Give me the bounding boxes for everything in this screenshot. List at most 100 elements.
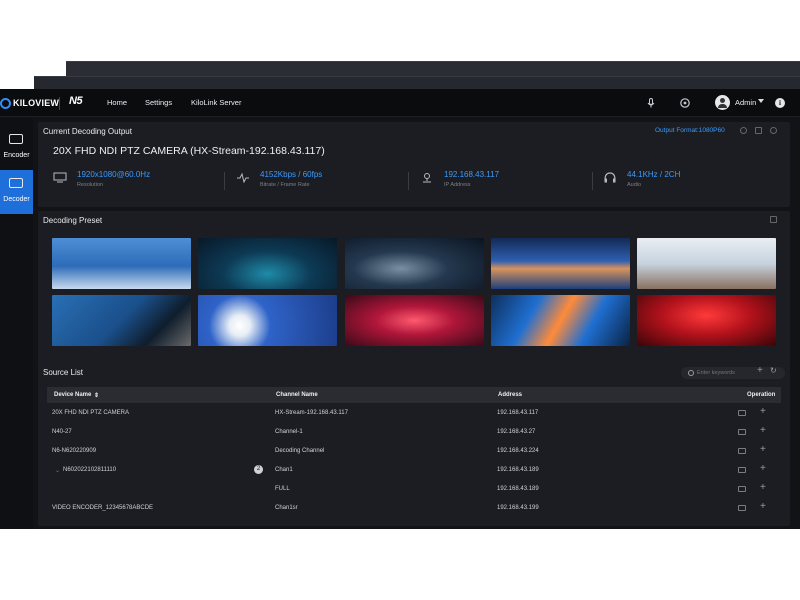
nav-home[interactable]: Home	[107, 98, 127, 107]
preset-thumbnail[interactable]	[198, 295, 337, 346]
preset-thumbnail[interactable]	[345, 238, 484, 289]
location-icon	[420, 172, 434, 184]
address: 192.168.43.189	[497, 467, 539, 473]
panel-title: Current Decoding Output	[43, 127, 132, 136]
output-format[interactable]: Output Format:1080P60	[655, 127, 725, 134]
preset-thumbnail[interactable]	[52, 295, 191, 346]
logo-text: KILOVIEW	[13, 98, 60, 108]
current-source-title: 20X FHD NDI PTZ CAMERA (HX-Stream-192.16…	[53, 145, 325, 157]
preset-thumbnail[interactable]	[491, 238, 630, 289]
nav-kilolink-server[interactable]: KiloLink Server	[191, 98, 241, 107]
stat-label: Resolution	[77, 182, 103, 188]
add-icon[interactable]: +	[760, 425, 766, 437]
stat-value: 1920x1080@60.0Hz	[77, 170, 151, 179]
preset-thumbnail[interactable]	[52, 238, 191, 289]
sidebar-item-label: Encoder	[3, 152, 30, 159]
address: 192.168.43.189	[497, 486, 539, 492]
app-window: KILOVIEW N5 Home Settings KiloLink Serve…	[0, 89, 800, 529]
play-icon[interactable]	[738, 429, 746, 435]
stat-label: IP Address	[444, 182, 471, 188]
table-row[interactable]: N40-27 Channel-1 192.168.43.27 +	[47, 424, 781, 442]
top-bar: KILOVIEW N5 Home Settings KiloLink Serve…	[0, 89, 800, 117]
column-channel-name: Channel Name	[276, 392, 318, 398]
microphone-icon[interactable]	[645, 97, 657, 109]
chevron-down-icon[interactable]	[758, 99, 764, 103]
preset-thumbnail[interactable]	[637, 295, 776, 346]
stat-value: 192.168.43.117	[444, 170, 500, 179]
device-name: N40-27	[52, 429, 72, 435]
product-name: N5	[69, 95, 83, 107]
table-row[interactable]: ⌄ N602022102811110 2 Chan1 192.168.43.18…	[47, 462, 781, 480]
user-avatar[interactable]	[715, 95, 730, 110]
play-icon[interactable]	[738, 410, 746, 416]
encoder-icon	[9, 134, 23, 144]
divider	[592, 172, 593, 190]
preset-thumbnail[interactable]	[198, 238, 337, 289]
add-icon[interactable]: +	[760, 482, 766, 494]
play-icon[interactable]	[738, 505, 746, 511]
device-name: 20X FHD NDI PTZ CAMERA	[52, 410, 130, 416]
stop-icon[interactable]	[770, 127, 777, 134]
table-row[interactable]: VIDEO ENCODER_12345678ABCDE Chan1sr 192.…	[47, 500, 781, 518]
device-name: VIDEO ENCODER_12345678ABCDE	[52, 505, 154, 511]
address: 192.168.43.117	[497, 410, 539, 416]
refresh-icon[interactable]: ↻	[770, 366, 777, 375]
add-icon[interactable]: +	[757, 365, 763, 376]
add-icon[interactable]: +	[760, 406, 766, 418]
play-icon[interactable]	[738, 448, 746, 454]
column-device-name[interactable]: Device Name	[54, 392, 91, 398]
stat-label: Bitrate / Frame Rate	[260, 182, 310, 188]
address: 192.168.43.224	[497, 448, 539, 454]
stat-label: Audio	[627, 182, 642, 188]
user-name[interactable]: Admin	[735, 98, 756, 107]
source-list-panel: Source List + ↻ Device Name ⇕ Channel Na…	[38, 361, 790, 526]
add-icon[interactable]: +	[760, 501, 766, 513]
pulse-icon	[236, 172, 250, 184]
table-header: Device Name ⇕ Channel Name Address Opera…	[47, 387, 781, 403]
decoder-icon	[9, 178, 23, 188]
device-name: N6-N620220909	[52, 448, 97, 454]
count-badge: 2	[254, 465, 263, 474]
help-icon[interactable]	[679, 97, 691, 109]
settings-icon[interactable]	[740, 127, 747, 134]
stat-value: 4152Kbps / 60fps	[260, 170, 323, 179]
panel-title: Decoding Preset	[43, 216, 103, 225]
headphones-icon	[603, 172, 617, 184]
preset-thumbnail[interactable]	[491, 295, 630, 346]
sort-icon[interactable]: ⇕	[94, 392, 99, 399]
channel-name: Chan1	[275, 467, 293, 473]
channel-name: HX-Stream-192.168.43.117	[275, 410, 348, 416]
add-icon[interactable]: +	[760, 444, 766, 456]
divider	[408, 172, 409, 190]
device-name: N602022102811110	[63, 467, 117, 473]
preset-thumbnail[interactable]	[345, 295, 484, 346]
sidebar-item-decoder[interactable]: Decoder	[0, 170, 33, 214]
add-icon[interactable]: +	[760, 463, 766, 475]
table-row[interactable]: FULL 192.168.43.189 +	[47, 481, 781, 499]
channel-name: Decoding Channel	[275, 448, 325, 454]
channel-name: Chan1sr	[275, 505, 298, 511]
edit-icon[interactable]	[755, 127, 762, 134]
sidebar-item-label: Decoder	[3, 196, 30, 203]
column-address: Address	[498, 392, 523, 398]
preset-thumbnail[interactable]	[637, 238, 776, 289]
address: 192.168.43.27	[497, 429, 536, 435]
search-icon	[688, 370, 694, 376]
kiloview-logo[interactable]: KILOVIEW	[0, 95, 59, 111]
expand-icon[interactable]	[770, 216, 777, 223]
info-icon[interactable]: i	[775, 98, 785, 108]
stat-value: 44.1KHz / 2CH	[627, 170, 681, 179]
play-icon[interactable]	[738, 486, 746, 492]
screenshot-stage: KILOVIEW N5 Home Settings KiloLink Serve…	[0, 0, 800, 600]
monitor-icon	[53, 172, 67, 184]
table-row[interactable]: 20X FHD NDI PTZ CAMERA HX-Stream-192.168…	[47, 405, 781, 423]
sidebar: Encoder Decoder	[0, 118, 33, 529]
current-output-panel: Current Decoding Output Output Format:10…	[38, 122, 790, 207]
divider	[59, 97, 60, 110]
sidebar-item-encoder[interactable]: Encoder	[0, 126, 33, 170]
table-row[interactable]: N6-N620220909 Decoding Channel 192.168.4…	[47, 443, 781, 461]
play-icon[interactable]	[738, 467, 746, 473]
channel-name: FULL	[275, 486, 290, 492]
chevron-down-icon[interactable]: ⌄	[55, 467, 60, 474]
nav-settings[interactable]: Settings	[145, 98, 172, 107]
